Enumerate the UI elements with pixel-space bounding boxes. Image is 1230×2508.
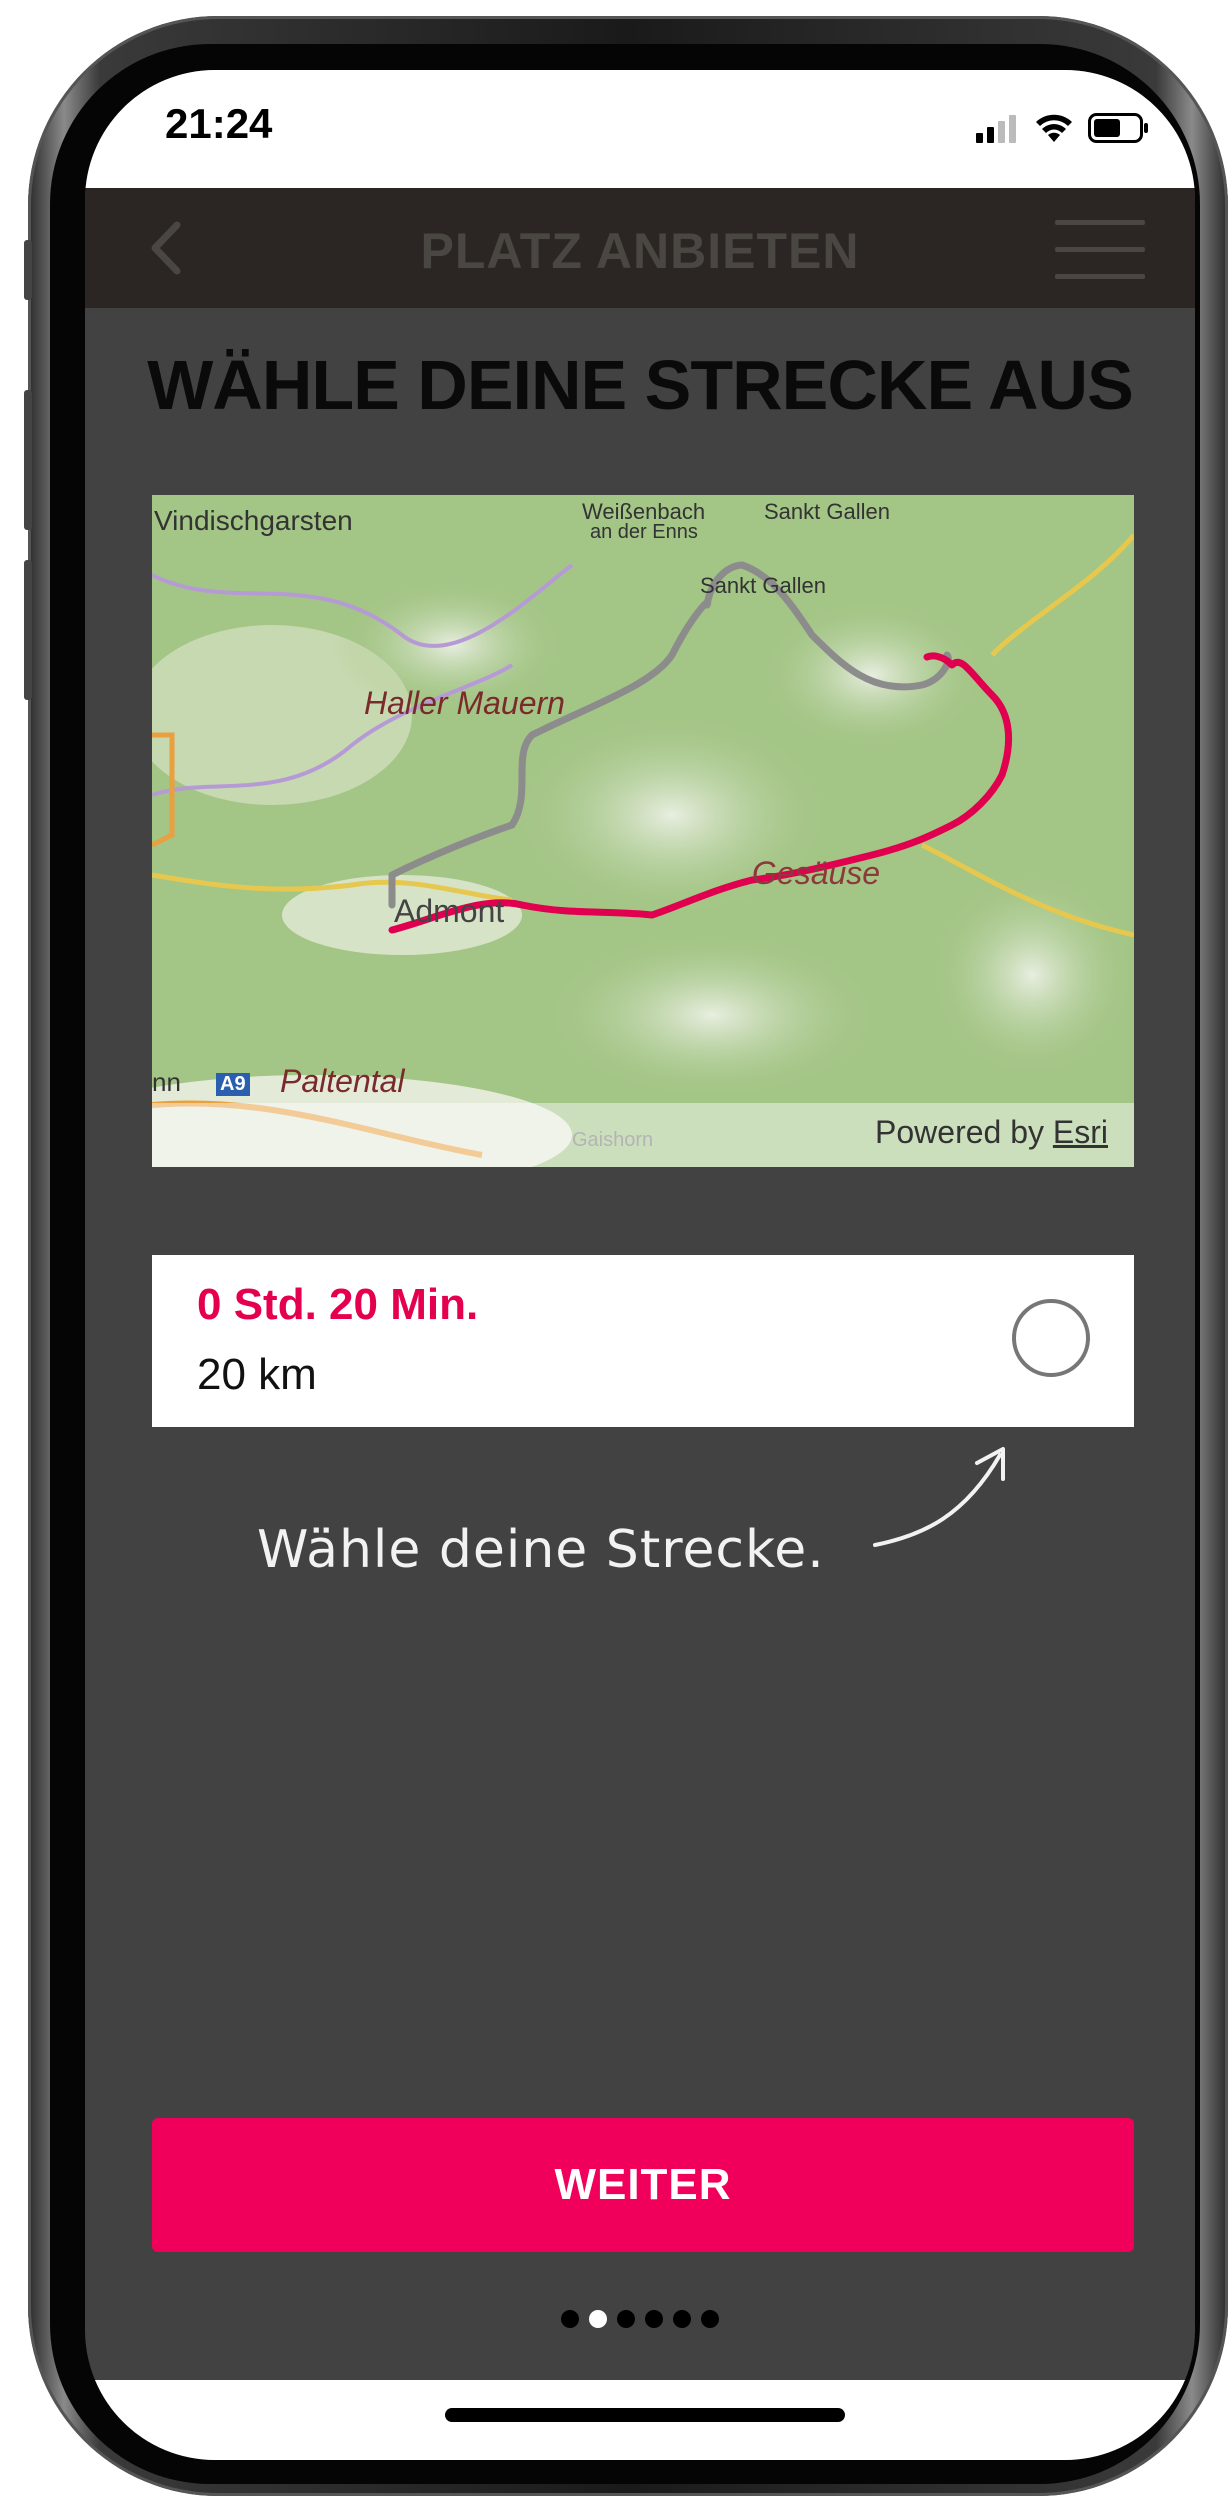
map-label-gesause: Gesäuse: [752, 855, 881, 891]
map-label-a9: A9: [216, 1073, 250, 1096]
route-option-card[interactable]: 0 Std. 20 Min. 20 km: [152, 1255, 1134, 1427]
route-radio-button[interactable]: [1012, 1299, 1090, 1377]
route-map[interactable]: Vindischgarsten Weißenbach an der Enns S…: [152, 495, 1134, 1167]
battery-icon: [1088, 113, 1148, 143]
status-icons: [976, 110, 1150, 146]
hamburger-menu-icon[interactable]: [1055, 220, 1145, 279]
nav-bar: PLATZ ANBIETEN: [85, 188, 1195, 308]
route-duration: 0 Std. 20 Min.: [197, 1280, 479, 1329]
status-time: 21:24: [165, 100, 273, 147]
hint-arrow-icon: [873, 1447, 1005, 1547]
map-label-sankt-gallen: Sankt Gallen: [700, 573, 826, 598]
home-area: [85, 2380, 1195, 2460]
map-label-enns: nn: [152, 1067, 181, 1097]
home-indicator[interactable]: [445, 2408, 845, 2422]
page-indicator: [85, 2310, 1195, 2328]
mute-switch: [24, 240, 32, 300]
volume-down-button: [24, 560, 32, 700]
wifi-icon: [1036, 114, 1072, 142]
cellular-signal-icon: [976, 115, 1016, 143]
map-attribution: Powered by Esri: [875, 1114, 1108, 1150]
weiter-button[interactable]: WEITER: [152, 2118, 1134, 2252]
page-dot-4: [645, 2310, 663, 2328]
page-dot-3: [617, 2310, 635, 2328]
map-label-paltental: Paltental: [280, 1063, 405, 1099]
screen: 21:24 PLATZ ANBIETEN WÄHLE DEINE STRECKE…: [85, 70, 1195, 2460]
page-dot-5: [673, 2310, 691, 2328]
page-dot-1: [561, 2310, 579, 2328]
page-dot-2-active: [589, 2310, 607, 2328]
map-label-weissenbach-2: an der Enns: [590, 521, 698, 543]
route-distance: 20 km: [197, 1350, 317, 1399]
hint-text: Wähle deine Strecke.: [257, 1520, 825, 1580]
map-label-windischgarsten: Vindischgarsten: [154, 505, 353, 536]
status-bar: 21:24: [85, 70, 1195, 188]
map-label-admont: Admont: [394, 893, 505, 929]
map-label-haller-mauern: Haller Mauern: [364, 685, 565, 721]
map-attribution-bar: Powered by Esri: [152, 1103, 1134, 1167]
page-dot-6: [701, 2310, 719, 2328]
volume-up-button: [24, 390, 32, 530]
esri-link[interactable]: Esri: [1053, 1114, 1108, 1150]
map-label-sankt-gallen-top: Sankt Gallen: [764, 499, 890, 524]
nav-title: PLATZ ANBIETEN: [420, 223, 860, 279]
page-title: WÄHLE DEINE STRECKE AUS: [147, 346, 1134, 424]
